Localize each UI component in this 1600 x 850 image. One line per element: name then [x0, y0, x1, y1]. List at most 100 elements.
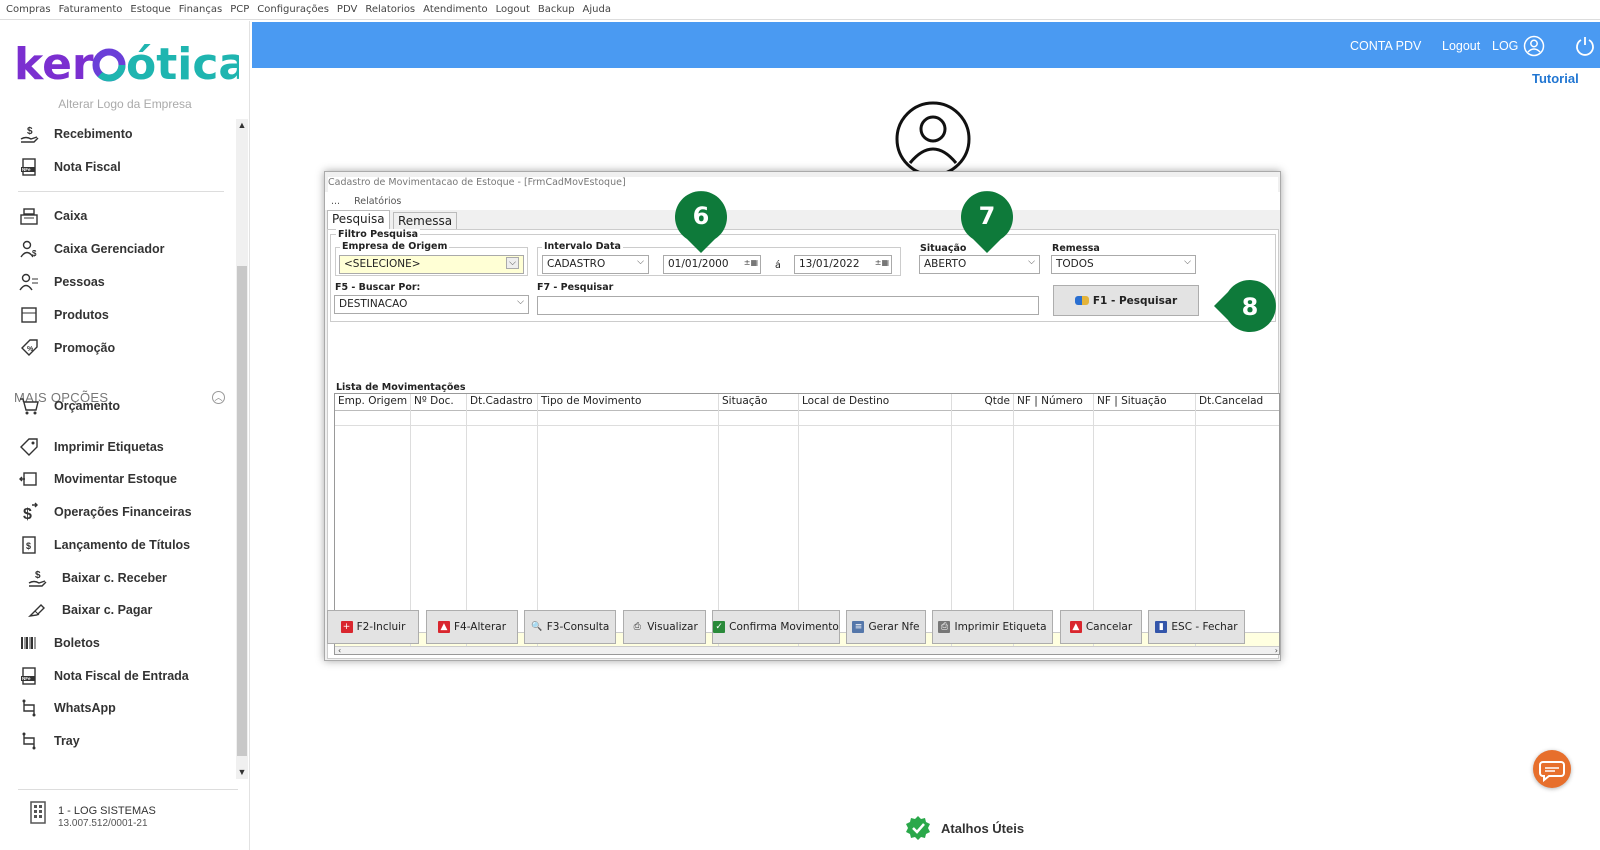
- column-header[interactable]: Dt.Cadastro: [467, 394, 538, 410]
- chevron-down-icon[interactable]: ⌵: [506, 257, 519, 269]
- menu-item-relatorios[interactable]: Relatórios: [354, 196, 401, 207]
- magnifier-icon: 🔍: [531, 622, 543, 632]
- user-circle-icon[interactable]: [1523, 35, 1545, 57]
- sidebar-item-caixa[interactable]: Caixa: [18, 204, 87, 228]
- sidebar-item-label: Recebimento: [54, 127, 133, 141]
- date-separator: á: [775, 260, 781, 271]
- sidebar-item-recebimento[interactable]: $ Recebimento: [18, 122, 133, 146]
- collapse-icon[interactable]: ︿: [212, 391, 225, 404]
- svg-text:$: $: [27, 126, 33, 137]
- top-menu-item[interactable]: Relatorios: [365, 4, 415, 15]
- calendar-icon[interactable]: ±▦: [875, 258, 889, 267]
- sidebar-item-opera-es-financeiras[interactable]: $ Operações Financeiras: [18, 500, 192, 524]
- chevron-down-icon[interactable]: ⌵: [517, 297, 524, 307]
- sidebar-item-imprimir-etiquetas[interactable]: Imprimir Etiquetas: [18, 435, 164, 459]
- date-to-field[interactable]: 13/01/2022 ±▦: [794, 255, 892, 274]
- sidebar-item-caixa-gerenciador[interactable]: $ Caixa Gerenciador: [18, 237, 164, 261]
- pesquisar-button[interactable]: F1 - Pesquisar: [1053, 285, 1199, 316]
- sidebar-item-lan-amento-de-t-tulos[interactable]: $ Lançamento de Títulos: [18, 533, 190, 557]
- column-header[interactable]: Tipo de Movimento: [538, 394, 719, 410]
- print-label-icon: ⎙: [938, 621, 951, 633]
- logout-link[interactable]: Logout: [1442, 39, 1480, 53]
- button-label: F3-Consulta: [546, 621, 610, 633]
- top-menu-item[interactable]: Ajuda: [583, 4, 611, 15]
- visualizar-button[interactable]: ⎙ Visualizar: [623, 610, 706, 644]
- tutorial-link[interactable]: Tutorial: [1532, 71, 1579, 86]
- column-header[interactable]: NF | Situação: [1094, 394, 1196, 410]
- top-menu-item[interactable]: Backup: [538, 4, 575, 15]
- column-header[interactable]: Dt.Cancelad: [1196, 394, 1279, 410]
- calendar-icon[interactable]: ±▦: [744, 258, 758, 267]
- top-menu-bar: Compras Faturamento Estoque Finanças PCP Conf…: [0, 0, 1600, 20]
- sidebar-item-movimentar-estoque[interactable]: Movimentar Estoque: [18, 467, 177, 491]
- scroll-left-icon[interactable]: ‹: [338, 646, 341, 654]
- chat-bubble-icon: [1539, 761, 1565, 783]
- remessa-select[interactable]: TODOS ⌵: [1051, 255, 1196, 274]
- top-menu-item[interactable]: PDV: [337, 4, 357, 15]
- atalhos-uteis-link[interactable]: Atalhos Úteis: [905, 815, 1024, 841]
- chevron-down-icon[interactable]: ⌵: [1028, 257, 1035, 267]
- chevron-down-icon[interactable]: ⌵: [1184, 257, 1191, 267]
- column-header[interactable]: Qtde: [952, 394, 1014, 410]
- scroll-right-icon[interactable]: ›: [1275, 646, 1278, 654]
- sidebar-item-baixar-c-pagar[interactable]: Baixar c. Pagar: [26, 598, 152, 622]
- conta-pdv-link[interactable]: CONTA PDV: [1350, 39, 1421, 53]
- sidebar-item-nota-fiscal-de-entrada[interactable]: NFe Nota Fiscal de Entrada: [18, 664, 189, 688]
- alter-logo-link[interactable]: Alterar Logo da Empresa: [0, 97, 250, 111]
- top-menu-item[interactable]: Atendimento: [423, 4, 487, 15]
- f3-consulta-button[interactable]: 🔍 F3-Consulta: [524, 610, 616, 644]
- tab-remessa[interactable]: Remessa: [393, 212, 458, 230]
- f4-alterar-button[interactable]: ▲ F4-Alterar: [426, 610, 518, 644]
- sidebar-item-promo-o[interactable]: % Promoção: [18, 336, 115, 360]
- scroll-down-icon[interactable]: ▼: [236, 767, 248, 777]
- top-menu-item[interactable]: Configurações: [257, 4, 329, 15]
- top-menu-item[interactable]: Estoque: [130, 4, 170, 15]
- log-user-label[interactable]: LOG: [1492, 39, 1518, 53]
- tab-pesquisa[interactable]: Pesquisa: [327, 210, 390, 230]
- column-header[interactable]: Emp. Origem: [335, 394, 411, 410]
- pesquisa-panel: Filtro Pesquisa Empresa de Origem <SELEC…: [327, 229, 1280, 659]
- svg-text:$: $: [35, 570, 41, 581]
- f2-incluir-button[interactable]: + F2-Incluir: [327, 610, 419, 644]
- top-menu-item[interactable]: Finanças: [179, 4, 222, 15]
- sidebar-item-boletos[interactable]: Boletos: [18, 631, 100, 655]
- imprimir-etiqueta-button[interactable]: ⎙ Imprimir Etiqueta: [932, 610, 1053, 644]
- top-menu-item[interactable]: Faturamento: [59, 4, 123, 15]
- sidebar-item-pessoas[interactable]: Pessoas: [18, 270, 105, 294]
- menu-item-more[interactable]: ...: [331, 196, 340, 207]
- sidebar-item-label: Produtos: [54, 308, 109, 322]
- sidebar-item-tray[interactable]: Tray: [18, 729, 80, 753]
- sidebar-scroll-thumb[interactable]: [237, 266, 247, 756]
- situacao-select[interactable]: ABERTO ⌵: [919, 255, 1040, 274]
- confirma-movimento-button[interactable]: ✓ Confirma Movimento: [712, 610, 840, 644]
- top-menu-item[interactable]: Logout: [496, 4, 530, 15]
- kerootica-logo[interactable]: ker ótica: [14, 31, 239, 93]
- table-horizontal-scrollbar[interactable]: ‹ ›: [335, 646, 1279, 654]
- date-from-field[interactable]: 01/01/2000 ±▦: [663, 255, 761, 274]
- column-header[interactable]: Situação: [719, 394, 799, 410]
- scroll-up-icon[interactable]: ▲: [236, 120, 248, 130]
- step-marker-6: 6: [675, 191, 727, 253]
- sidebar-item-or-amento[interactable]: Orçamento: [18, 394, 120, 418]
- sidebar-item-produtos[interactable]: Produtos: [18, 303, 109, 327]
- label-icon: [18, 436, 40, 458]
- pesquisar-input[interactable]: [537, 296, 1039, 315]
- cancelar-button[interactable]: ▲ Cancelar: [1060, 610, 1142, 644]
- chevron-down-icon[interactable]: ⌵: [637, 257, 644, 267]
- sidebar-item-nota-fiscal[interactable]: NFe Nota Fiscal: [18, 155, 121, 179]
- column-header[interactable]: NF | Número: [1014, 394, 1094, 410]
- top-menu-item[interactable]: PCP: [230, 4, 249, 15]
- top-menu-item[interactable]: Compras: [6, 4, 51, 15]
- buscar-por-select[interactable]: DESTINACAO ⌵: [334, 295, 529, 314]
- table-row[interactable]: [335, 411, 1279, 426]
- column-header[interactable]: Nº Doc.: [411, 394, 467, 410]
- sidebar-item-whatsapp[interactable]: WhatsApp: [18, 696, 116, 720]
- chat-button[interactable]: [1533, 750, 1571, 788]
- column-header[interactable]: Local de Destino: [799, 394, 952, 410]
- date-type-select[interactable]: CADASTRO ⌵: [542, 255, 649, 274]
- empresa-select[interactable]: <SELECIONE> ⌵: [339, 255, 524, 274]
- esc-fechar-button[interactable]: ▮ ESC - Fechar: [1148, 610, 1245, 644]
- sidebar-item-baixar-c-receber[interactable]: $ Baixar c. Receber: [26, 566, 167, 590]
- power-icon[interactable]: [1574, 35, 1596, 57]
- gerar-nfe-button[interactable]: ≡ Gerar Nfe: [846, 610, 926, 644]
